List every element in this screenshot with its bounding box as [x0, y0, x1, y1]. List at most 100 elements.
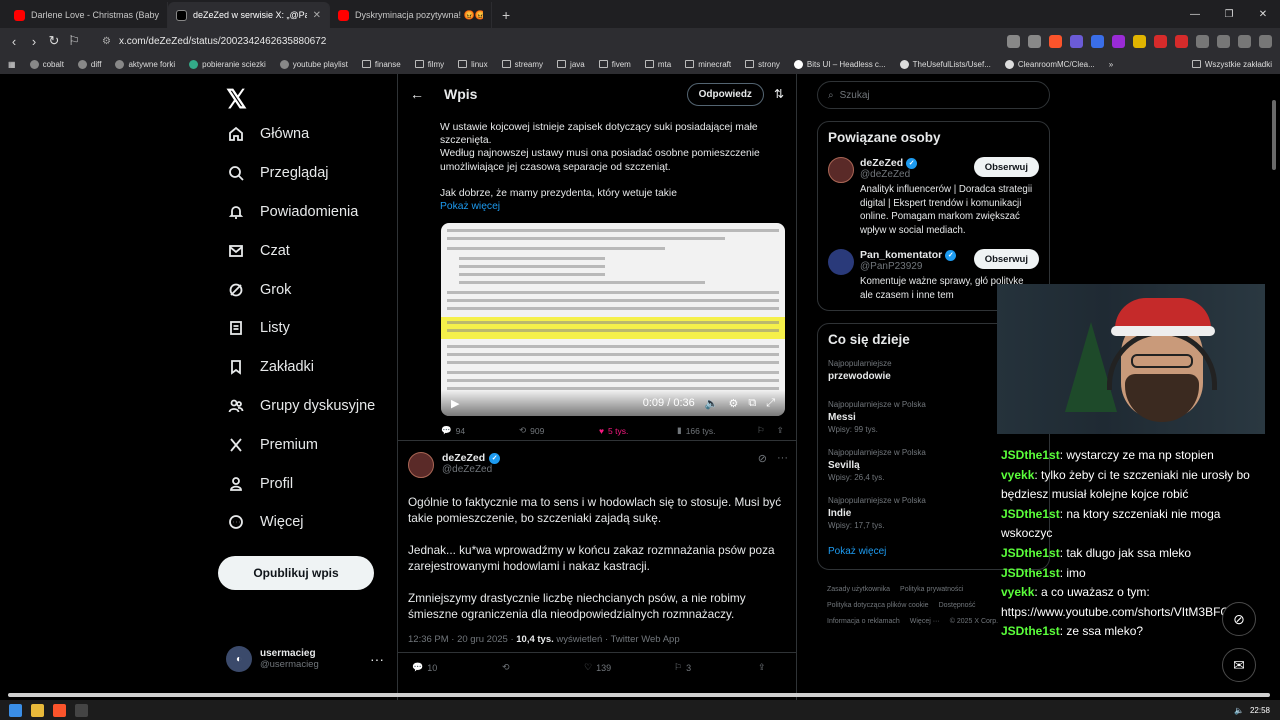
- nav-item-premium[interactable]: Premium: [218, 425, 398, 464]
- messages-floating-button[interactable]: ✉: [1222, 648, 1256, 682]
- extension-icon[interactable]: [1007, 34, 1020, 48]
- back-arrow-icon[interactable]: ←: [410, 86, 424, 102]
- nav-item-messages[interactable]: Czat: [218, 231, 398, 270]
- pip-icon[interactable]: ⧉: [748, 397, 756, 410]
- post-button[interactable]: Opublikuj wpis: [218, 556, 374, 590]
- nav-item-profile[interactable]: Profil: [218, 464, 398, 503]
- terminal-icon[interactable]: [75, 703, 88, 717]
- bookmark-folder[interactable]: streamy: [501, 60, 543, 69]
- author-name[interactable]: deZeZed ✓: [442, 452, 501, 464]
- bookmark-item[interactable]: diff: [77, 59, 101, 69]
- grok-icon[interactable]: ⊘: [758, 452, 767, 465]
- windows-start-icon[interactable]: [9, 703, 22, 717]
- nav-item-bookmarks[interactable]: Zakładki: [218, 348, 398, 387]
- footer-link[interactable]: Więcej ···: [910, 618, 940, 625]
- extension-icon[interactable]: [1133, 34, 1146, 48]
- play-icon[interactable]: ▶: [451, 397, 459, 410]
- fullscreen-icon[interactable]: ⤢: [766, 397, 775, 410]
- bookmark-item[interactable]: TheUsefulLists/Usef...: [899, 59, 991, 69]
- bookmark-folder[interactable]: filmy: [414, 60, 444, 69]
- reload-icon[interactable]: ↻: [44, 33, 64, 49]
- settings-icon[interactable]: ⚙: [728, 397, 738, 410]
- reply-button[interactable]: Odpowiedz: [686, 82, 764, 106]
- more-horizontal-icon[interactable]: ···: [370, 651, 384, 667]
- x-logo-icon[interactable]: 𝕏: [226, 84, 398, 115]
- follow-button[interactable]: Obserwuj: [973, 157, 1039, 177]
- footer-link[interactable]: Polityka prywatności: [900, 586, 963, 593]
- bookmark-page-icon[interactable]: ⚐: [64, 33, 84, 49]
- all-bookmarks[interactable]: Wszystkie zakładki: [1191, 60, 1280, 69]
- brave-shield-icon[interactable]: [1049, 34, 1062, 48]
- forward-icon[interactable]: ›: [24, 34, 44, 49]
- clock[interactable]: 22:58: [1250, 706, 1270, 715]
- follow-button[interactable]: Obserwuj: [973, 249, 1039, 269]
- bookmark-action[interactable]: ⚐ 3: [674, 662, 758, 673]
- bookmark-item[interactable]: CleanroomMC/Clea...: [1004, 59, 1095, 69]
- more-horizontal-icon[interactable]: ···: [777, 452, 788, 465]
- nav-item-notifications[interactable]: Powiadomienia: [218, 193, 398, 232]
- bookmark-folder[interactable]: minecraft: [685, 60, 731, 69]
- person-card[interactable]: Pan_komentator ✓ @PanP23929 Obserwuj: [828, 249, 1039, 275]
- extension-icon[interactable]: [1070, 34, 1083, 48]
- like-action[interactable]: ♡ 139: [584, 662, 674, 673]
- footer-link[interactable]: Dostępność: [939, 602, 976, 609]
- extension-icon[interactable]: [1175, 34, 1188, 48]
- site-info-icon[interactable]: ⚙: [102, 36, 111, 47]
- tune-icon[interactable]: ⇅: [774, 87, 784, 101]
- views-stat[interactable]: ▮ 166 tys.: [677, 425, 757, 436]
- bookmark-item[interactable]: Bits UI – Headless c...: [793, 59, 886, 69]
- nav-item-communities[interactable]: Grupy dyskusyjne: [218, 387, 398, 426]
- bookmark-folder[interactable]: fivem: [598, 60, 631, 69]
- nav-item-grok[interactable]: Grok: [218, 270, 398, 309]
- repost-action[interactable]: ⟲: [502, 662, 584, 673]
- close-tab-icon[interactable]: ✕: [313, 10, 321, 21]
- reply-stat[interactable]: 💬 94: [441, 425, 519, 436]
- reply-action[interactable]: 💬 10: [412, 662, 502, 673]
- sidebar-icon[interactable]: [1217, 34, 1230, 48]
- avatar[interactable]: [828, 157, 854, 183]
- nav-item-lists[interactable]: Listy: [218, 309, 398, 348]
- bookmarks-overflow-icon[interactable]: »: [1109, 60, 1113, 69]
- video-player[interactable]: ▶ 0:09 / 0:36 🔈 ⚙ ⧉ ⤢: [441, 223, 785, 416]
- horizontal-scrollbar[interactable]: [8, 693, 1270, 699]
- volume-icon[interactable]: 🔈: [705, 397, 719, 410]
- file-explorer-icon[interactable]: [31, 703, 44, 717]
- browser-tab[interactable]: Darlene Love - Christmas (Baby Plea: [6, 2, 168, 28]
- bookmark-item[interactable]: aktywne forki: [115, 59, 175, 69]
- vertical-scrollbar[interactable]: [1272, 80, 1278, 700]
- bookmark-item[interactable]: youtube playlist: [279, 59, 348, 69]
- minimize-icon[interactable]: —: [1178, 0, 1212, 28]
- nav-item-explore[interactable]: Przeglądaj: [218, 154, 398, 193]
- back-icon[interactable]: ‹: [4, 34, 24, 49]
- new-tab-icon[interactable]: +: [492, 7, 520, 28]
- close-window-icon[interactable]: ✕: [1246, 0, 1280, 28]
- share-icon[interactable]: ⇪: [758, 662, 766, 673]
- avatar[interactable]: [828, 249, 854, 275]
- extension-icon[interactable]: [1154, 34, 1167, 48]
- bookmark-folder[interactable]: mta: [644, 60, 671, 69]
- person-name[interactable]: Pan_komentator ✓: [860, 249, 957, 261]
- bookmark-item[interactable]: cobalt: [29, 59, 64, 69]
- nav-item-home[interactable]: Główna: [218, 115, 398, 154]
- url-field[interactable]: ⚙ x.com/deZeZed/status/20023424626358806…: [94, 30, 994, 52]
- bookmark-icon[interactable]: ⚐: [757, 425, 765, 436]
- footer-link[interactable]: Informacja o reklamach: [827, 618, 900, 625]
- speaker-icon[interactable]: 🔈: [1234, 706, 1244, 715]
- search-input[interactable]: ⌕ Szukaj: [817, 81, 1050, 109]
- apps-grid-icon[interactable]: ▦: [8, 60, 16, 69]
- grok-floating-button[interactable]: ⊘: [1222, 602, 1256, 636]
- bookmark-folder[interactable]: linux: [458, 60, 488, 69]
- extension-icon[interactable]: [1091, 34, 1104, 48]
- scrollbar-thumb[interactable]: [1272, 100, 1276, 170]
- footer-link[interactable]: Zasady użytkownika: [827, 586, 890, 593]
- avatar[interactable]: [408, 452, 434, 478]
- bookmark-folder[interactable]: java: [557, 60, 585, 69]
- bookmark-item[interactable]: pobieranie sciezki: [189, 59, 266, 69]
- media-icon[interactable]: [1238, 34, 1251, 48]
- show-more-link[interactable]: Pokaż więcej: [440, 200, 780, 213]
- account-switcher[interactable]: ◐ usermacieg @usermacieg ···: [226, 646, 384, 672]
- browser-tab-active[interactable]: deZeZed w serwisie X: „@PanP2 ✕: [168, 2, 330, 28]
- brave-browser-icon[interactable]: [53, 703, 66, 717]
- share-icon[interactable]: ⇪: [777, 425, 784, 436]
- footer-link[interactable]: Polityka dotycząca plików cookie: [827, 602, 929, 609]
